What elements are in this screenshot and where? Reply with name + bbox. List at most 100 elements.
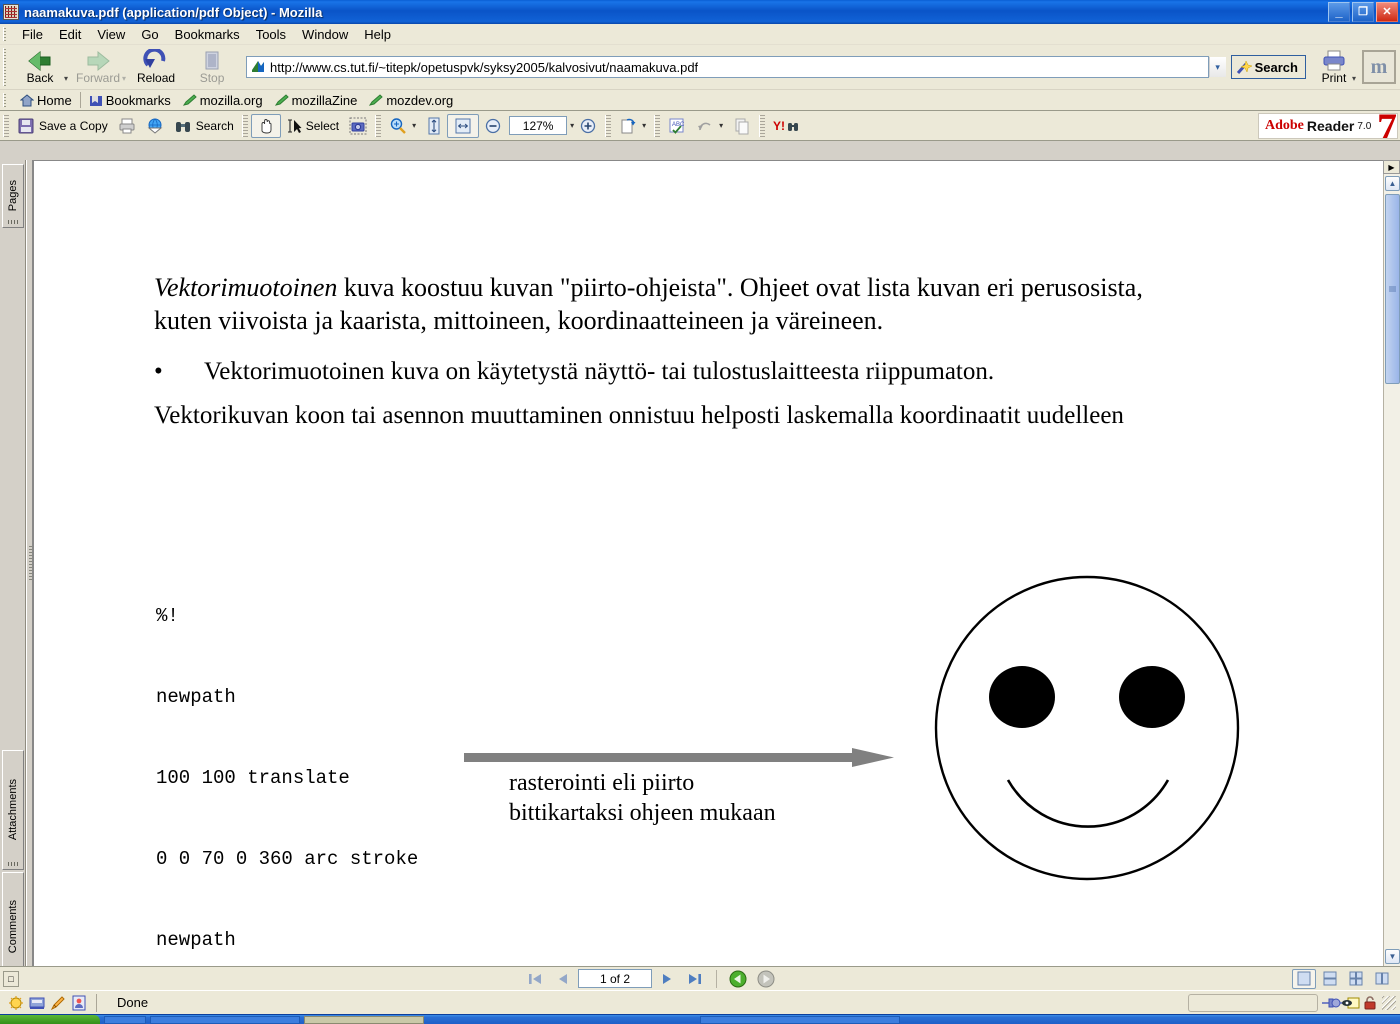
address-book-icon[interactable] [71,995,87,1011]
previous-page-button[interactable] [550,969,576,989]
pdf-print-button[interactable] [113,115,141,137]
undo-button[interactable]: ▾ [691,115,728,137]
undo-dropdown-icon[interactable]: ▾ [719,121,723,130]
layout-facing-button[interactable] [1344,969,1368,989]
pdf-page-canvas[interactable]: Vektorimuotoinen kuva koostuu kuvan "pii… [33,160,1383,966]
back-dropdown-icon[interactable]: ▾ [64,74,68,83]
menu-view[interactable]: View [89,26,133,43]
bookmark-home[interactable]: Home [14,93,78,108]
vertical-scrollbar[interactable]: ▶ ▲ ▼ [1383,160,1400,966]
zoom-tool-button[interactable]: ▾ [384,115,421,137]
taskbar-item[interactable] [104,1016,146,1024]
scroll-down-button[interactable]: ▼ [1385,949,1400,964]
search-wand-icon [1236,60,1252,74]
bookmark-mozdev-org[interactable]: mozdev.org [363,93,459,108]
sidebar-tab-pages[interactable]: Pages [2,164,24,228]
menu-edit[interactable]: Edit [51,26,89,43]
address-bar: http://www.cs.tut.fi/~titepk/opetuspvk/s… [246,56,1227,78]
url-dropdown-button[interactable]: ▾ [1208,57,1226,77]
layout-continuous-button[interactable] [1318,969,1342,989]
hand-tool-button[interactable] [250,113,281,138]
fit-page-icon [428,117,440,134]
pdf-toolbar-grip[interactable] [3,114,9,137]
menu-bookmarks[interactable]: Bookmarks [167,26,248,43]
zoom-level-value: 127% [522,118,554,133]
personalbar-grip[interactable] [3,93,8,107]
pdf-toolbar-grip-3[interactable] [375,114,382,137]
close-button[interactable]: ✕ [1376,2,1398,22]
rotate-page-button[interactable]: ▾ [614,115,651,137]
zoom-out-button[interactable] [479,115,507,137]
reload-button[interactable]: Reload [128,49,184,85]
copy-button[interactable] [728,115,756,137]
rotate-dropdown-icon[interactable]: ▾ [642,121,646,130]
next-view-button[interactable] [753,969,779,989]
adobe-reader-toolbar: Save a Copy Search Select ▾ 127% ▾ ▾ ABC… [0,111,1400,141]
pdf-toolbar-grip-5[interactable] [654,114,661,137]
menubar-grip[interactable] [3,27,8,41]
start-button[interactable] [0,1015,100,1024]
menu-go[interactable]: Go [133,26,166,43]
maximize-button[interactable]: ❐ [1352,2,1374,22]
menu-tools[interactable]: Tools [248,26,294,43]
page-number-input[interactable]: 1 of 2 [578,969,652,988]
fit-page-button[interactable] [421,114,447,138]
layout-single-page-button[interactable] [1292,968,1316,989]
composer-icon[interactable] [29,995,45,1011]
scroll-thumb[interactable] [1385,194,1400,384]
pane-splitter[interactable] [26,160,33,966]
minimize-button[interactable]: _ [1328,2,1350,22]
navpane-toggle-button[interactable]: □ [0,968,22,990]
navbar-grip[interactable] [3,48,8,86]
pdf-toolbar-grip-4[interactable] [605,114,612,137]
yahoo-search-button[interactable]: Y! [768,116,808,136]
connection-icon[interactable] [1322,995,1344,1011]
print-dropdown-icon[interactable]: ▾ [1352,74,1356,83]
scroll-split-button[interactable]: ▶ [1383,160,1400,174]
pdf-search-button[interactable]: Search [169,115,239,137]
zoom-in-button[interactable] [574,115,602,137]
pdf-toolbar-grip-6[interactable] [759,114,766,137]
snapshot-tool-button[interactable] [344,115,372,137]
bookmark-mozilla-org[interactable]: mozilla.org [177,93,269,108]
zoom-dropdown-icon[interactable]: ▾ [412,121,416,130]
menu-help[interactable]: Help [356,26,399,43]
first-page-button[interactable] [522,969,548,989]
fit-width-button[interactable] [447,113,480,138]
next-page-button[interactable] [654,969,680,989]
select-tool-button[interactable]: Select [281,115,344,137]
edit-page-icon[interactable] [50,995,66,1011]
security-lock-icon[interactable] [1362,995,1378,1011]
back-button[interactable]: Back [12,49,68,85]
pdf-toolbar-grip-2[interactable] [241,114,248,137]
menu-window[interactable]: Window [294,26,356,43]
menu-file[interactable]: File [14,26,51,43]
reader-version-text: 7.0 [1357,120,1372,132]
url-input[interactable]: http://www.cs.tut.fi/~titepk/opetuspvk/s… [246,56,1209,78]
review-button[interactable]: ABC [663,115,691,137]
last-page-button[interactable] [682,969,708,989]
forward-button[interactable]: Forward [70,49,126,85]
bookmark-mozillazine[interactable]: mozillaZine [269,93,364,108]
scroll-up-button[interactable]: ▲ [1385,176,1400,191]
zoom-level-input[interactable]: 127% [509,116,568,135]
mozilla-status-icon[interactable] [8,995,24,1011]
search-button[interactable]: Search [1230,55,1306,79]
close-icon: ✕ [1382,5,1392,18]
cookie-viewer-icon[interactable] [1342,995,1360,1011]
stop-button[interactable]: Stop [184,49,240,85]
bookmark-bookmarks[interactable]: Bookmarks [83,93,177,108]
taskbar-item[interactable] [700,1016,900,1024]
resize-grip[interactable] [1382,995,1396,1010]
print-button[interactable]: Print [1312,50,1356,85]
previous-view-button[interactable] [725,969,751,989]
forward-dropdown-icon[interactable]: ▾ [122,74,126,83]
email-button[interactable] [141,115,169,137]
taskbar-item-active[interactable] [304,1016,424,1024]
code-line: 0 0 70 0 360 arc stroke [156,847,419,870]
mozilla-throbber-logo[interactable]: m [1362,50,1396,84]
save-a-copy-button[interactable]: Save a Copy [12,115,113,137]
taskbar-item[interactable] [150,1016,300,1024]
layout-continuous-facing-button[interactable] [1370,969,1394,989]
sidebar-tab-attachments[interactable]: Attachments [2,750,24,870]
